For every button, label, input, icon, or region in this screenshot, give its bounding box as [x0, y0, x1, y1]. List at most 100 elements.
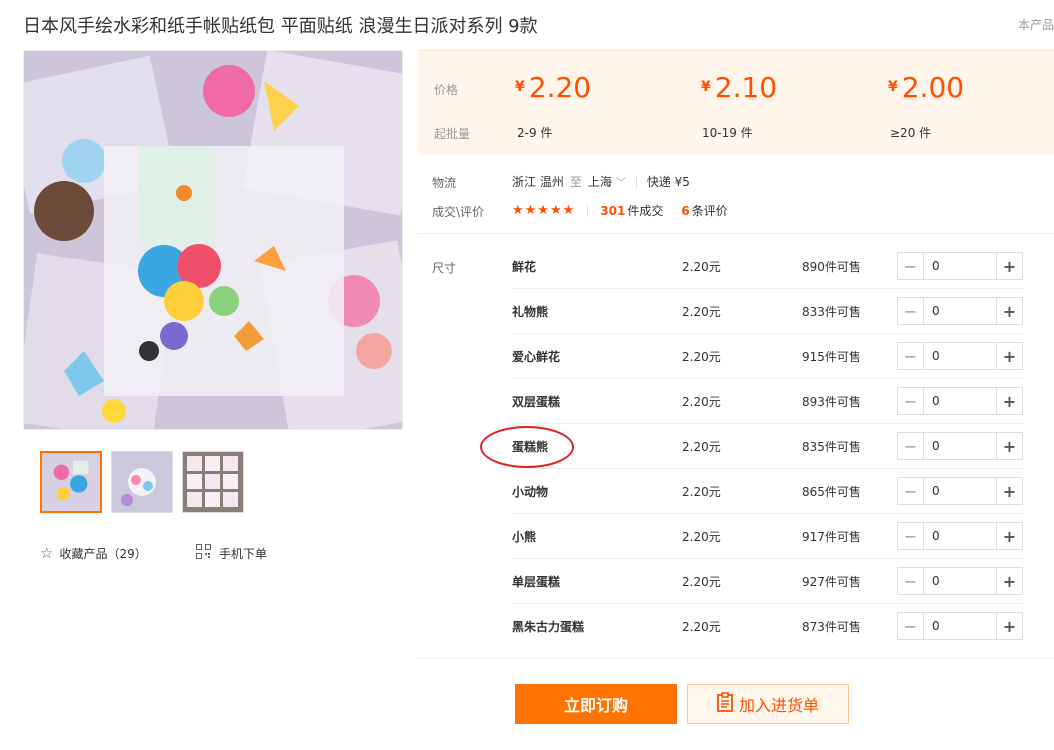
- quantity-input[interactable]: [924, 478, 996, 504]
- sku-stock: 833件可售: [802, 305, 861, 319]
- ship-to-select[interactable]: 上海 ﹀: [588, 173, 626, 190]
- to-word: 至: [569, 175, 582, 189]
- price-panel: 价格 起批量 ¥2.20 ¥2.10 ¥2.00 2-9 件 10-19 件 ≥…: [418, 50, 1054, 155]
- sku-price: 2.20元: [682, 440, 721, 454]
- quantity-stepper: −+: [897, 567, 1023, 595]
- minus-icon[interactable]: −: [898, 433, 924, 459]
- sku-row: 鲜花2.20元890件可售−+: [512, 244, 1024, 289]
- sku-stock: 873件可售: [802, 620, 861, 634]
- sku-name: 礼物熊: [512, 305, 549, 319]
- qrcode-icon: [196, 544, 211, 562]
- sku-price: 2.20元: [682, 260, 721, 274]
- plus-icon[interactable]: +: [996, 298, 1022, 324]
- buy-now-button[interactable]: 立即订购: [515, 684, 677, 724]
- sku-stock: 927件可售: [802, 575, 861, 589]
- quantity-stepper: −+: [897, 432, 1023, 460]
- batch-range-3: ≥20 件: [890, 126, 932, 140]
- chevron-down-icon: ﹀: [615, 178, 626, 189]
- divider: [635, 175, 637, 188]
- sku-price: 2.20元: [682, 620, 721, 634]
- review-suffix[interactable]: 条评价: [692, 202, 728, 219]
- sku-row: 小动物 2.20元 865件可售 − +: [512, 469, 1024, 514]
- minus-icon[interactable]: −: [898, 613, 924, 639]
- quantity-input[interactable]: [924, 388, 996, 414]
- plus-icon[interactable]: +: [996, 568, 1022, 594]
- sku-stock: 917件可售: [802, 530, 861, 544]
- sku-name: 小熊: [512, 530, 537, 544]
- sku-stock: 893件可售: [802, 395, 861, 409]
- quantity-input[interactable]: [924, 433, 996, 459]
- star-outline-icon: ☆: [40, 544, 54, 562]
- mobile-order-button[interactable]: 手机下单: [196, 544, 267, 562]
- sku-stock: 915件可售: [802, 350, 861, 364]
- sku-price: 2.20元: [682, 530, 721, 544]
- mobile-order-label: 手机下单: [219, 546, 268, 561]
- price-tier-3: ¥2.00: [888, 71, 965, 104]
- sku-price: 2.20元: [682, 575, 721, 589]
- shipping-fee: 快递 ¥5: [646, 175, 690, 189]
- price-tier-2: ¥2.10: [701, 71, 778, 104]
- quantity-stepper: −+: [897, 297, 1023, 325]
- sku-name: 黑朱古力蛋糕: [512, 620, 585, 634]
- sold-suffix: 件成交: [627, 204, 664, 218]
- plus-icon[interactable]: +: [996, 343, 1022, 369]
- quantity-stepper: −+: [897, 612, 1023, 640]
- sku-name: 双层蛋糕: [512, 395, 561, 409]
- product-title: 日本风手绘水彩和纸手帐贴纸包 平面贴纸 浪漫生日派对系列 9款: [23, 16, 538, 37]
- quantity-input[interactable]: [924, 253, 996, 279]
- sku-row: 双层蛋糕2.20元893件可售−+: [512, 379, 1024, 424]
- sku-stock: 865件可售: [802, 485, 861, 499]
- quantity-stepper: −+: [897, 522, 1023, 550]
- batch-range-2: 10-19 件: [702, 126, 753, 140]
- minus-icon[interactable]: −: [898, 523, 924, 549]
- minus-icon[interactable]: −: [898, 478, 924, 504]
- quantity-stepper: −+: [897, 387, 1023, 415]
- quantity-input[interactable]: [924, 613, 996, 639]
- sku-row: 蛋糕熊2.20元835件可售−+: [512, 424, 1024, 469]
- sku-name: 蛋糕熊: [512, 440, 549, 454]
- quantity-input[interactable]: [924, 568, 996, 594]
- plus-icon[interactable]: +: [996, 613, 1022, 639]
- price-label: 价格: [434, 83, 459, 97]
- quantity-stepper: −+: [897, 342, 1023, 370]
- minus-icon[interactable]: −: [898, 253, 924, 279]
- minus-icon[interactable]: −: [898, 298, 924, 324]
- quantity-input[interactable]: [924, 298, 996, 324]
- quantity-stepper: −+: [897, 252, 1023, 280]
- divider-line: [418, 233, 1054, 234]
- sku-row: 黑朱古力蛋糕2.20元873件可售−+: [512, 604, 1024, 649]
- review-count[interactable]: 6: [681, 204, 689, 218]
- plus-icon[interactable]: +: [996, 523, 1022, 549]
- sku-name: 小动物: [512, 485, 549, 499]
- minus-icon[interactable]: −: [898, 343, 924, 369]
- thumbnail-1[interactable]: [40, 451, 102, 513]
- quantity-input[interactable]: [924, 343, 996, 369]
- divider-line: [418, 658, 1054, 659]
- add-to-list-button[interactable]: 加入进货单: [687, 684, 849, 724]
- size-label: 尺寸: [432, 261, 457, 275]
- favorite-button[interactable]: ☆ 收藏产品（29）: [40, 544, 147, 562]
- plus-icon[interactable]: +: [996, 388, 1022, 414]
- batch-label: 起批量: [434, 127, 471, 141]
- plus-icon[interactable]: +: [996, 478, 1022, 504]
- plus-icon[interactable]: +: [996, 253, 1022, 279]
- sku-name: 单层蛋糕: [512, 575, 561, 589]
- ship-from: 浙江 温州: [512, 175, 564, 189]
- sku-price: 2.20元: [682, 350, 721, 364]
- minus-icon[interactable]: −: [898, 388, 924, 414]
- deals-label: 成交\评价: [432, 205, 485, 219]
- logistics-label: 物流: [432, 176, 457, 190]
- thumbnail-3[interactable]: [182, 451, 244, 513]
- quantity-input[interactable]: [924, 523, 996, 549]
- sku-row: 单层蛋糕2.20元927件可售−+: [512, 559, 1024, 604]
- minus-icon[interactable]: −: [898, 568, 924, 594]
- sold-count: 301: [600, 203, 626, 218]
- main-product-image: [23, 50, 403, 430]
- thumbnail-2[interactable]: [111, 451, 173, 513]
- favorite-label: 收藏产品（29）: [59, 546, 147, 561]
- divider: [587, 204, 589, 217]
- sku-price: 2.20元: [682, 485, 721, 499]
- corner-text: 本产品: [1017, 18, 1054, 32]
- add-to-list-label: 加入进货单: [738, 696, 819, 715]
- plus-icon[interactable]: +: [996, 433, 1022, 459]
